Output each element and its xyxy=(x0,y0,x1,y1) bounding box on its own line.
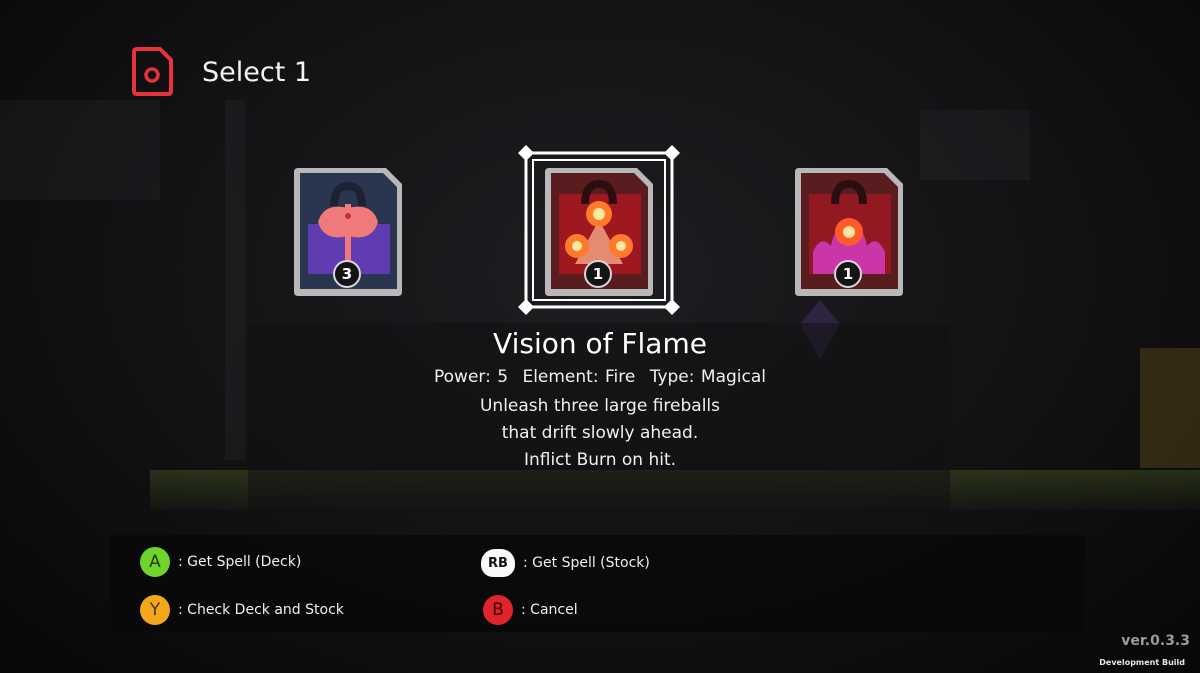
background-wall xyxy=(920,110,1030,180)
control-label: : Check Deck and Stock xyxy=(178,602,344,618)
get-spell-stock-control[interactable]: RB : Get Spell (Stock) xyxy=(481,548,650,578)
spell-name: Vision of Flame xyxy=(493,327,707,360)
get-spell-deck-control[interactable]: A : Get Spell (Deck) xyxy=(140,547,301,577)
fire-burst-card[interactable]: 1 xyxy=(791,164,907,298)
version-label: ver.0.3.3 xyxy=(1121,633,1190,649)
vision-of-flame-card[interactable]: 1 xyxy=(541,164,657,298)
spell-description-line: Inflict Burn on hit. xyxy=(523,450,677,470)
spell-description-line: Unleash three large fireballs xyxy=(479,396,720,416)
card-count-badge: 3 xyxy=(333,260,361,288)
control-label: : Get Spell (Deck) xyxy=(178,554,302,570)
game-screen: Select 1 3 1 1 Vision of Flame Power: 5 … xyxy=(0,0,1200,673)
page-title: Select 1 xyxy=(202,56,312,88)
y-button-icon: Y xyxy=(140,595,170,625)
spell-power: Power: 5 xyxy=(434,367,509,387)
card-icon xyxy=(132,47,173,96)
spell-description-line: that drift slowly ahead. xyxy=(501,423,699,443)
spell-stats: Power: 5 Element: Fire Type: Magical xyxy=(0,367,1200,387)
spell-element: Element: Fire xyxy=(522,367,636,387)
background-wall xyxy=(0,100,160,200)
selection-header: Select 1 xyxy=(130,47,311,97)
rb-button-icon: RB xyxy=(481,549,515,577)
spell-type: Type: Magical xyxy=(649,367,766,387)
axe-spell-card[interactable]: 3 xyxy=(290,164,406,298)
control-label: : Cancel xyxy=(521,602,578,618)
card-count-badge: 1 xyxy=(834,260,862,288)
card-count-badge: 1 xyxy=(584,260,612,288)
check-deck-stock-control[interactable]: Y : Check Deck and Stock xyxy=(140,595,344,625)
b-button-icon: B xyxy=(483,595,513,625)
cancel-control[interactable]: B : Cancel xyxy=(483,595,578,625)
build-label: Development Build xyxy=(1099,658,1185,667)
control-label: : Get Spell (Stock) xyxy=(523,555,650,571)
a-button-icon: A xyxy=(140,547,170,577)
